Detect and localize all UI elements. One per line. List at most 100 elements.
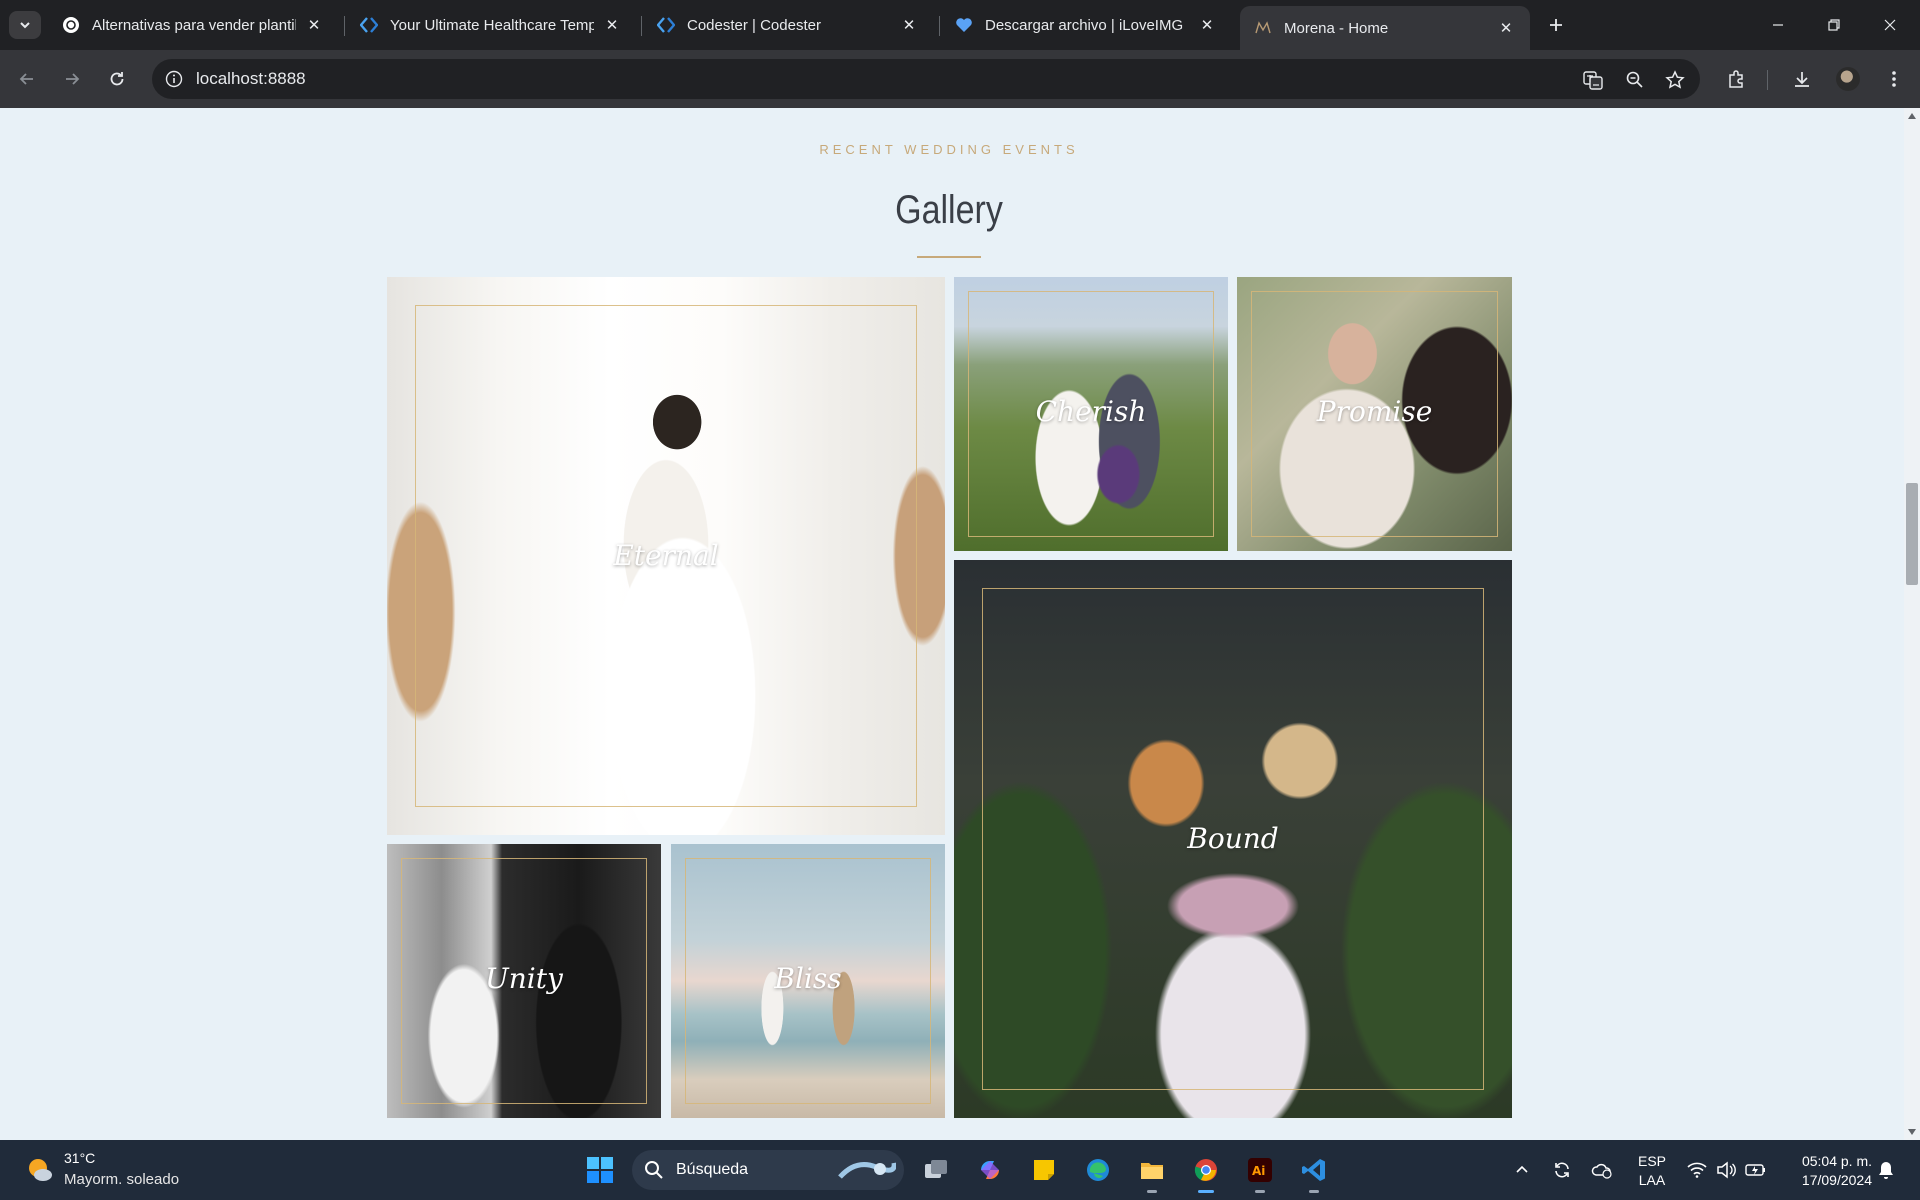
gallery-item-bound[interactable]: Bound (954, 560, 1512, 1118)
tab-title: Your Ultimate Healthcare Templa (390, 16, 594, 34)
tab-iloveimg[interactable]: Descargar archivo | iLoveIMG ✕ (941, 6, 1231, 44)
close-icon[interactable]: ✕ (602, 15, 622, 35)
sync-icon[interactable] (1550, 1158, 1574, 1182)
site-info-icon[interactable] (162, 67, 186, 91)
input-language[interactable]: ESP LAA (1638, 1152, 1666, 1190)
bookmark-star-icon[interactable] (1662, 67, 1688, 93)
extensions-icon[interactable] (1722, 65, 1750, 93)
chevron-up-icon[interactable] (1510, 1158, 1534, 1182)
language-code: ESP (1638, 1153, 1667, 1169)
close-icon (1884, 19, 1896, 31)
tab-separator (344, 16, 345, 36)
tab-title: Morena - Home (1284, 19, 1389, 37)
gallery-item-promise[interactable]: Promise (1237, 277, 1512, 551)
tab-healthcare[interactable]: Your Ultimate Healthcare Templa ✕ (346, 6, 636, 44)
task-view-icon[interactable] (920, 1154, 952, 1186)
clock-date: 17/09/2024 (1801, 1172, 1872, 1188)
translate-icon[interactable] (1580, 67, 1606, 93)
arrow-right-icon (66, 73, 80, 85)
edge-icon[interactable] (1082, 1154, 1114, 1186)
gallery-caption: Cherish (1035, 395, 1147, 428)
chrome-icon[interactable] (1190, 1154, 1222, 1193)
section-heading: Gallery (895, 188, 1003, 232)
gallery-caption: Bound (1187, 822, 1279, 855)
onedrive-icon[interactable] (1590, 1158, 1614, 1182)
gallery-caption: Unity (485, 962, 563, 995)
tab-codester[interactable]: Codester | Codester ✕ (643, 6, 933, 44)
tab-title: Descargar archivo | iLoveIMG (985, 16, 1184, 34)
gallery-item-unity[interactable]: Unity (387, 844, 661, 1118)
tab-morena-home[interactable]: Morena - Home ✕ (1240, 6, 1530, 50)
new-tab-button[interactable] (1542, 11, 1570, 39)
back-button[interactable] (12, 64, 42, 94)
weather-sun-icon[interactable] (26, 1156, 54, 1184)
tab-search-button[interactable] (9, 11, 41, 39)
close-icon[interactable]: ✕ (304, 15, 324, 35)
windows-logo-icon (587, 1157, 613, 1183)
gallery-item-bliss[interactable]: Bliss (671, 844, 945, 1118)
illustrator-icon[interactable]: Ai (1244, 1154, 1276, 1193)
taskbar-clock[interactable]: 05:04 p. m. 17/09/2024 (1778, 1152, 1872, 1190)
copilot-icon[interactable] (974, 1154, 1006, 1186)
page-scrollbar[interactable] (1904, 108, 1920, 1140)
morena-logo-icon (1254, 19, 1272, 37)
running-indicator (1309, 1190, 1319, 1193)
start-button[interactable] (584, 1154, 616, 1186)
search-icon (644, 1160, 664, 1185)
clock-time: 05:04 p. m. (1801, 1153, 1872, 1169)
section-eyebrow: RECENT WEDDING EVENTS (819, 142, 1079, 157)
volume-icon[interactable] (1714, 1158, 1738, 1182)
vscode-icon[interactable] (1298, 1154, 1330, 1193)
keyboard-layout: LAA (1638, 1172, 1666, 1188)
page-viewport: RECENT WEDDING EVENTS Gallery Eternal Ch… (0, 108, 1920, 1140)
restore-button[interactable] (1806, 0, 1862, 50)
weather-description[interactable]: Mayorm. soleado (64, 1171, 179, 1188)
browser-toolbar: localhost:8888 (0, 50, 1920, 108)
tab-title: Alternativas para vender plantilla (92, 16, 296, 34)
reload-button[interactable] (102, 64, 132, 94)
wifi-icon[interactable] (1685, 1158, 1709, 1182)
minimize-button[interactable] (1750, 0, 1806, 50)
tab-alternativas[interactable]: Alternativas para vender plantilla ✕ (48, 6, 338, 44)
restore-icon (1828, 19, 1840, 31)
gallery-caption: Bliss (774, 962, 842, 995)
file-explorer-icon[interactable] (1136, 1154, 1168, 1193)
scroll-down-icon[interactable] (1907, 1127, 1917, 1137)
gallery-caption: Eternal (613, 539, 719, 572)
address-bar[interactable]: localhost:8888 (152, 59, 1700, 99)
notification-bell-icon[interactable] (1874, 1158, 1898, 1182)
close-icon[interactable]: ✕ (1496, 18, 1516, 38)
more-menu-icon[interactable] (1880, 65, 1908, 93)
search-highlight-icon (836, 1155, 897, 1185)
plus-icon (1550, 19, 1562, 31)
arrow-left-icon (19, 73, 33, 85)
close-window-button[interactable] (1862, 0, 1918, 50)
gallery-item-cherish[interactable]: Cherish (954, 277, 1228, 551)
profile-avatar[interactable] (1836, 67, 1860, 91)
browser-tab-bar: Alternativas para vender plantilla ✕ You… (0, 0, 1920, 50)
scroll-up-icon[interactable] (1907, 111, 1917, 121)
sticky-notes-icon[interactable] (1028, 1154, 1060, 1186)
reload-icon (110, 72, 124, 86)
forward-button[interactable] (57, 64, 87, 94)
minimize-icon (1773, 24, 1783, 26)
scroll-thumb[interactable] (1906, 483, 1918, 585)
weather-temperature[interactable]: 31°C (64, 1150, 95, 1166)
tab-separator (641, 16, 642, 36)
tab-separator (939, 16, 940, 36)
gallery-item-eternal[interactable]: Eternal (387, 277, 945, 835)
download-icon[interactable] (1788, 65, 1816, 93)
svg-text:Ai: Ai (1252, 1164, 1265, 1178)
running-indicator (1147, 1190, 1157, 1193)
battery-icon[interactable] (1744, 1158, 1768, 1182)
heading-divider (917, 256, 981, 258)
close-icon[interactable]: ✕ (1197, 15, 1217, 35)
gallery-caption: Promise (1316, 395, 1433, 428)
close-icon[interactable]: ✕ (899, 15, 919, 35)
zoom-icon[interactable] (1622, 67, 1648, 93)
search-placeholder: Búsqueda (676, 1161, 749, 1178)
address-url[interactable]: localhost:8888 (196, 69, 306, 89)
chatgpt-icon (62, 16, 80, 34)
toolbar-separator (1767, 70, 1768, 90)
taskbar-search[interactable]: Búsqueda (632, 1150, 904, 1190)
